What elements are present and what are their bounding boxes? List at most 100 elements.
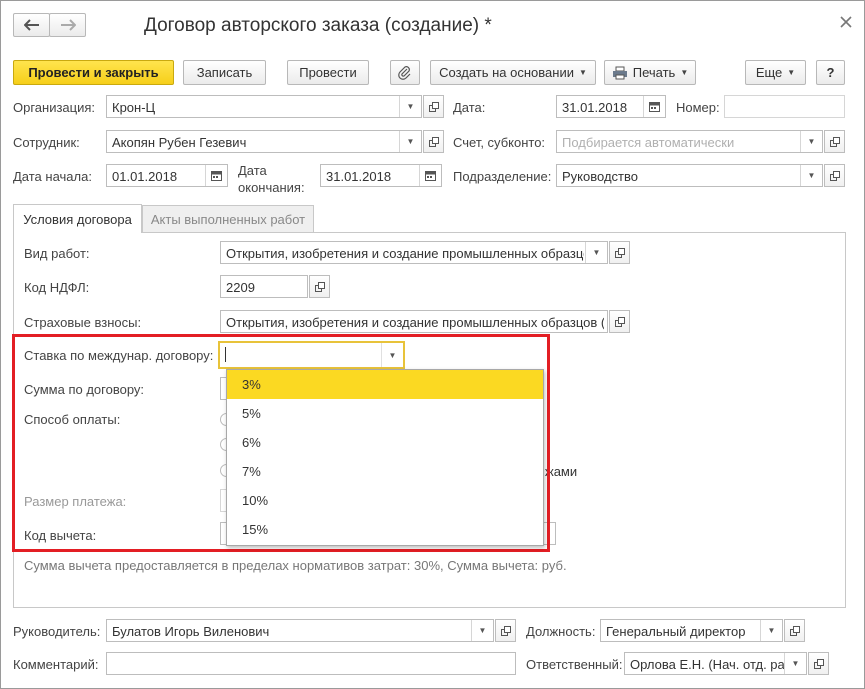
chevron-down-icon[interactable]: ▼	[585, 242, 607, 263]
work-type-value: Открытия, изобретения и создание промышл…	[226, 246, 584, 261]
responsible-label: Ответственный:	[526, 657, 623, 672]
department-value: Руководство	[562, 169, 638, 184]
chevron-down-icon[interactable]: ▼	[471, 620, 493, 641]
open-icon	[829, 170, 840, 181]
employee-field[interactable]: Акопян Рубен Гезевич ▼	[106, 130, 422, 153]
open-icon	[428, 136, 439, 147]
organization-field[interactable]: Крон-Ц ▼	[106, 95, 422, 118]
date-field[interactable]: 31.01.2018	[556, 95, 666, 118]
create-based-on-label: Создать на основании	[439, 65, 574, 80]
account-open-button[interactable]	[824, 130, 845, 153]
comment-label: Комментарий:	[13, 657, 99, 672]
ndfl-code-label: Код НДФЛ:	[24, 280, 90, 295]
number-label: Номер:	[676, 100, 720, 115]
organization-open-button[interactable]	[423, 95, 444, 118]
rate-option-10[interactable]: 10%	[227, 486, 543, 515]
more-button[interactable]: Еще ▼	[745, 60, 806, 85]
comment-field[interactable]	[106, 652, 516, 675]
help-button[interactable]: ?	[816, 60, 845, 85]
rate-option-7[interactable]: 7%	[227, 457, 543, 486]
department-label: Подразделение:	[453, 169, 552, 184]
open-icon	[314, 281, 325, 292]
post-and-close-button[interactable]: Провести и закрыть	[13, 60, 174, 85]
close-icon[interactable]	[836, 12, 856, 32]
organization-label: Организация:	[13, 100, 96, 115]
account-placeholder: Подбирается автоматически	[562, 135, 735, 150]
calendar-icon[interactable]	[419, 165, 441, 186]
manager-field[interactable]: Булатов Игорь Виленович ▼	[106, 619, 494, 642]
ndfl-code-value: 2209	[226, 280, 255, 295]
start-date-field[interactable]: 01.01.2018	[106, 164, 228, 187]
open-icon	[614, 316, 625, 327]
department-open-button[interactable]	[824, 164, 845, 187]
chevron-down-icon: ▼	[787, 68, 796, 77]
ndfl-code-field[interactable]: 2209	[220, 275, 308, 298]
open-icon	[428, 101, 439, 112]
create-based-on-button[interactable]: Создать на основании ▼	[430, 60, 596, 85]
position-field[interactable]: Генеральный директор ▼	[600, 619, 783, 642]
chevron-down-icon[interactable]: ▼	[800, 165, 822, 186]
window-title: Договор авторского заказа (создание) *	[144, 15, 492, 36]
chevron-down-icon[interactable]: ▼	[399, 131, 421, 152]
open-icon	[500, 625, 511, 636]
manager-label: Руководитель:	[13, 624, 101, 639]
insurance-open-button[interactable]	[609, 310, 630, 333]
manager-value: Булатов Игорь Виленович	[112, 624, 270, 639]
rate-option-3[interactable]: 3%	[227, 370, 543, 399]
chevron-down-icon[interactable]: ▼	[399, 96, 421, 117]
insurance-value: Открытия, изобретения и создание промышл…	[226, 315, 604, 330]
open-icon	[614, 247, 625, 258]
forward-button[interactable]	[49, 13, 86, 37]
chevron-down-icon: ▼	[680, 68, 689, 77]
print-label: Печать	[632, 65, 676, 80]
open-icon	[829, 136, 840, 147]
number-field[interactable]	[724, 95, 845, 118]
rate-option-15[interactable]: 15%	[227, 515, 543, 544]
date-value: 31.01.2018	[562, 100, 628, 115]
end-date-value: 31.01.2018	[326, 169, 392, 184]
account-label: Счет, субконто:	[453, 135, 546, 150]
position-value: Генеральный директор	[606, 624, 746, 639]
account-field[interactable]: Подбирается автоматически ▼	[556, 130, 823, 153]
chevron-down-icon[interactable]: ▼	[760, 620, 782, 641]
more-label: Еще	[755, 65, 783, 80]
end-date-label-line2: окончания:	[238, 180, 305, 195]
open-icon	[813, 658, 824, 669]
open-icon	[789, 625, 800, 636]
responsible-field[interactable]: Орлова Е.Н. (Нач. отд. ра ▼	[624, 652, 807, 675]
arrow-left-icon	[23, 19, 39, 31]
department-field[interactable]: Руководство ▼	[556, 164, 823, 187]
date-label: Дата:	[453, 100, 486, 115]
position-label: Должность:	[526, 624, 596, 639]
responsible-value: Орлова Е.Н. (Нач. отд. ра	[630, 657, 785, 672]
insurance-label: Страховые взносы:	[24, 315, 142, 330]
save-button[interactable]: Записать	[183, 60, 266, 85]
chevron-down-icon[interactable]: ▼	[784, 653, 806, 674]
insurance-field[interactable]: Открытия, изобретения и создание промышл…	[220, 310, 608, 333]
responsible-open-button[interactable]	[808, 652, 829, 675]
rate-option-5[interactable]: 5%	[227, 399, 543, 428]
attachment-button[interactable]	[390, 60, 420, 85]
chevron-down-icon: ▼	[578, 68, 587, 77]
ndfl-code-open-button[interactable]	[309, 275, 330, 298]
work-type-field[interactable]: Открытия, изобретения и создание промышл…	[220, 241, 608, 264]
employee-open-button[interactable]	[423, 130, 444, 153]
rate-option-6[interactable]: 6%	[227, 428, 543, 457]
end-date-label-line1: Дата	[238, 163, 267, 178]
employee-value: Акопян Рубен Гезевич	[112, 135, 247, 150]
post-button[interactable]: Провести	[287, 60, 369, 85]
manager-open-button[interactable]	[495, 619, 516, 642]
tab-completed-acts[interactable]: Акты выполненных работ	[142, 205, 314, 232]
start-date-label: Дата начала:	[13, 169, 92, 184]
deduction-note: Сумма вычета предоставляется в пределах …	[24, 558, 567, 573]
print-button[interactable]: Печать ▼	[604, 60, 696, 85]
chevron-down-icon[interactable]: ▼	[800, 131, 822, 152]
tab-contract-terms[interactable]: Условия договора	[13, 204, 142, 233]
calendar-icon[interactable]	[205, 165, 227, 186]
rate-dropdown-list[interactable]: 3% 5% 6% 7% 10% 15%	[226, 369, 544, 546]
back-button[interactable]	[13, 13, 50, 37]
work-type-open-button[interactable]	[609, 241, 630, 264]
position-open-button[interactable]	[784, 619, 805, 642]
calendar-icon[interactable]	[643, 96, 665, 117]
end-date-field[interactable]: 31.01.2018	[320, 164, 442, 187]
